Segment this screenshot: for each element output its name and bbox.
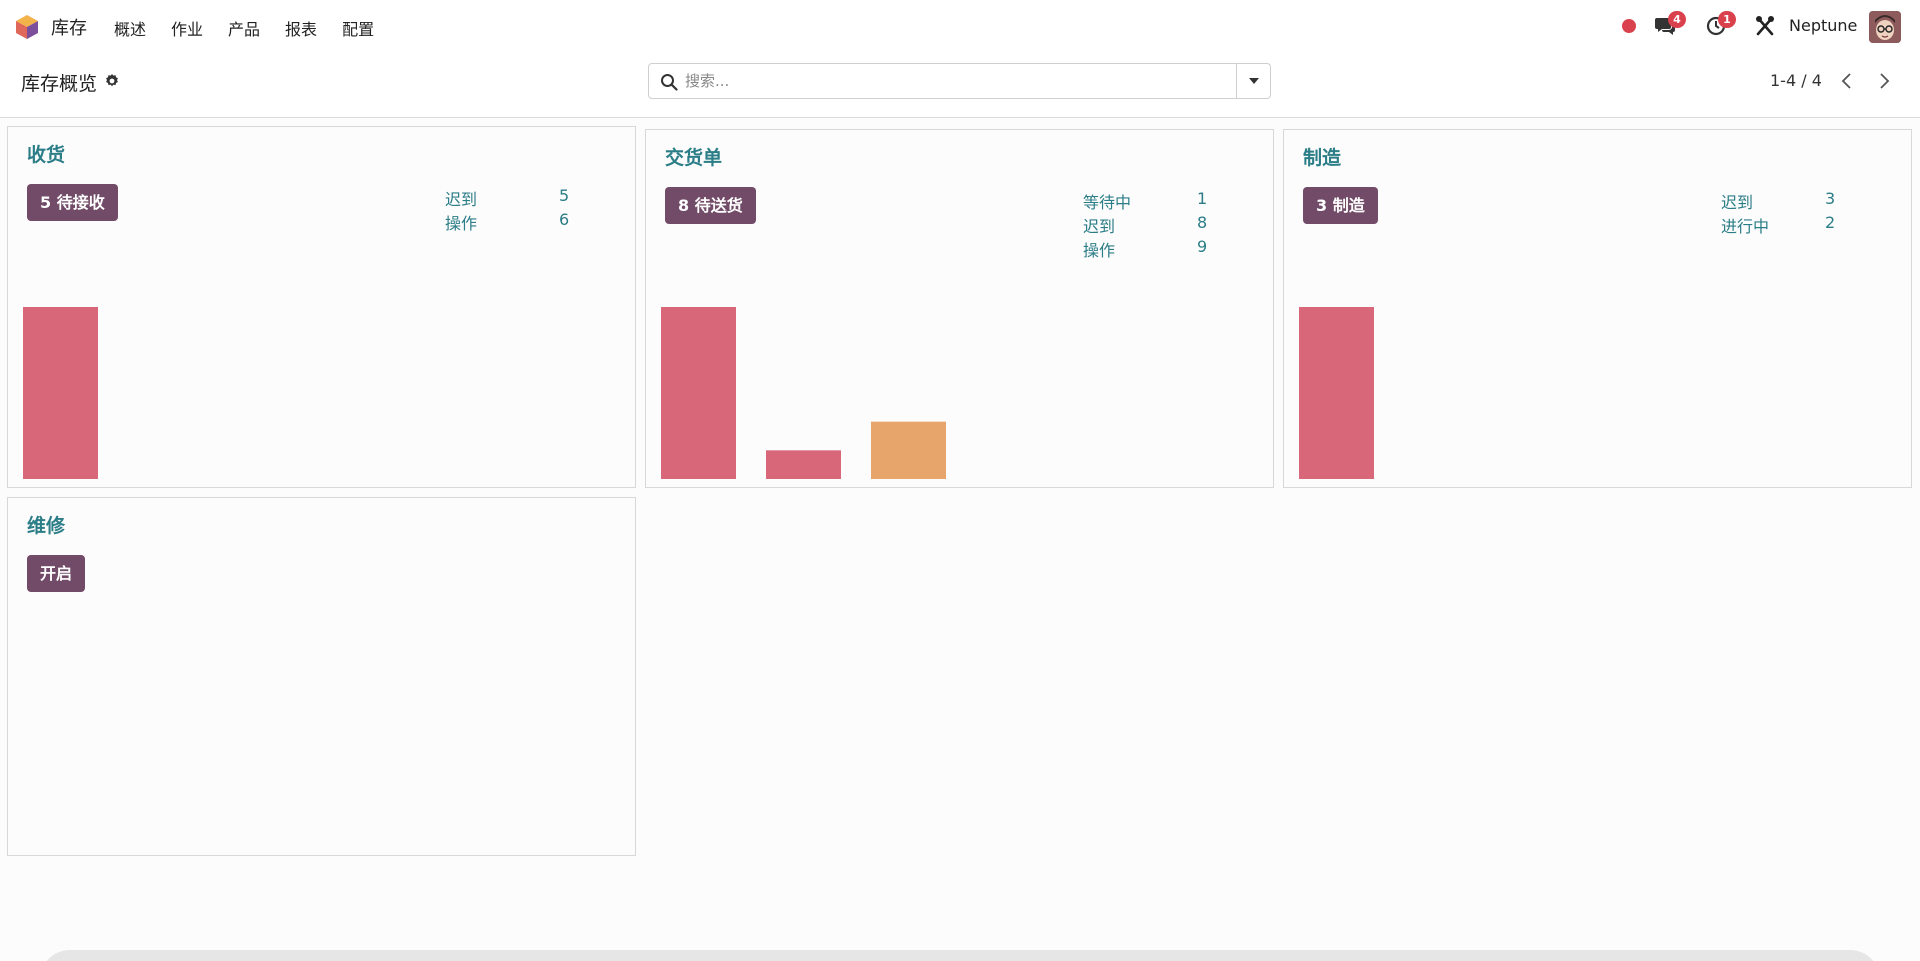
graph-bar-0[interactable]	[1299, 307, 1374, 479]
control-panel: 库存概览 1-4 / 4	[0, 52, 1920, 118]
user-name[interactable]: Neptune	[1789, 16, 1857, 35]
stat-label-late[interactable]: 迟到	[1083, 213, 1115, 237]
graph-bar-2[interactable]	[871, 421, 946, 479]
menu-item-reporting[interactable]: 报表	[285, 16, 317, 40]
debug-tools-icon[interactable]	[1755, 15, 1775, 37]
search-input[interactable]	[685, 64, 1225, 98]
operation-card-repairs: 维修 开启	[7, 497, 636, 856]
operation-card-delivery: 交货单 8 待送货 等待中 1 迟到 8 操作 9	[645, 129, 1274, 488]
card-title[interactable]: 维修	[27, 511, 65, 538]
pager-value[interactable]: 1-4 / 4	[1770, 71, 1822, 90]
card-graph[interactable]	[8, 257, 635, 487]
chevron-right-icon[interactable]	[1873, 68, 1895, 94]
manufacturing-to-process-button[interactable]: 3 制造	[1303, 187, 1378, 224]
menu-item-operations[interactable]: 作业	[171, 16, 203, 40]
graph-bar-0[interactable]	[661, 307, 736, 479]
card-title[interactable]: 交货单	[665, 143, 722, 170]
repairs-open-button[interactable]: 开启	[27, 555, 86, 592]
card-title[interactable]: 收货	[27, 140, 65, 167]
operation-card-manufacturing: 制造 3 制造 迟到 3 进行中 2	[1283, 129, 1912, 488]
stat-value-waiting[interactable]: 1	[1197, 189, 1207, 208]
top-navbar: 库存 概述 作业 产品 报表 配置 4 1 Neptune	[0, 0, 1920, 52]
graph-bar-0[interactable]	[23, 307, 98, 479]
card-title[interactable]: 制造	[1303, 143, 1341, 170]
stat-label-late[interactable]: 迟到	[445, 186, 477, 210]
inventory-app-icon[interactable]	[15, 14, 39, 40]
caret-down-icon	[1248, 78, 1259, 84]
stat-value-operations[interactable]: 6	[559, 210, 569, 229]
menu-item-overview[interactable]: 概述	[114, 16, 146, 40]
gear-icon[interactable]	[104, 73, 120, 89]
stat-label-waiting[interactable]: 等待中	[1083, 189, 1131, 213]
search-icon	[661, 74, 678, 91]
graph-bar-1[interactable]	[766, 450, 841, 479]
operation-card-receipts: 收货 5 待接收 迟到 5 操作 6	[7, 126, 636, 488]
stat-label-late[interactable]: 迟到	[1721, 189, 1753, 213]
chat-count-badge: 4	[1668, 11, 1686, 28]
bottom-panel-edge	[40, 950, 1880, 961]
user-avatar[interactable]	[1869, 11, 1901, 43]
menu-item-products[interactable]: 产品	[228, 16, 260, 40]
stat-value-late[interactable]: 8	[1197, 213, 1207, 232]
record-dot-icon[interactable]	[1622, 19, 1636, 33]
chevron-left-icon[interactable]	[1836, 68, 1858, 94]
stat-value-in-progress[interactable]: 2	[1825, 213, 1835, 232]
stat-value-operations[interactable]: 9	[1197, 237, 1207, 256]
stat-value-late[interactable]: 5	[559, 186, 569, 205]
stat-label-in-progress[interactable]: 进行中	[1721, 213, 1769, 237]
page-title: 库存概览	[21, 73, 98, 95]
delivery-to-process-button[interactable]: 8 待送货	[665, 187, 756, 224]
search-bar	[648, 63, 1271, 99]
receipts-to-process-button[interactable]: 5 待接收	[27, 184, 118, 221]
card-graph[interactable]	[646, 257, 1273, 487]
stat-label-operations[interactable]: 操作	[445, 210, 477, 234]
card-graph[interactable]	[1284, 257, 1911, 487]
menu-item-configuration[interactable]: 配置	[342, 16, 374, 40]
activity-count-badge: 1	[1718, 11, 1736, 28]
search-options-toggle[interactable]	[1236, 64, 1270, 98]
stat-value-late[interactable]: 3	[1825, 189, 1835, 208]
app-name[interactable]: 库存	[51, 14, 87, 40]
main-menu: 概述 作业 产品 报表 配置	[114, 16, 399, 40]
